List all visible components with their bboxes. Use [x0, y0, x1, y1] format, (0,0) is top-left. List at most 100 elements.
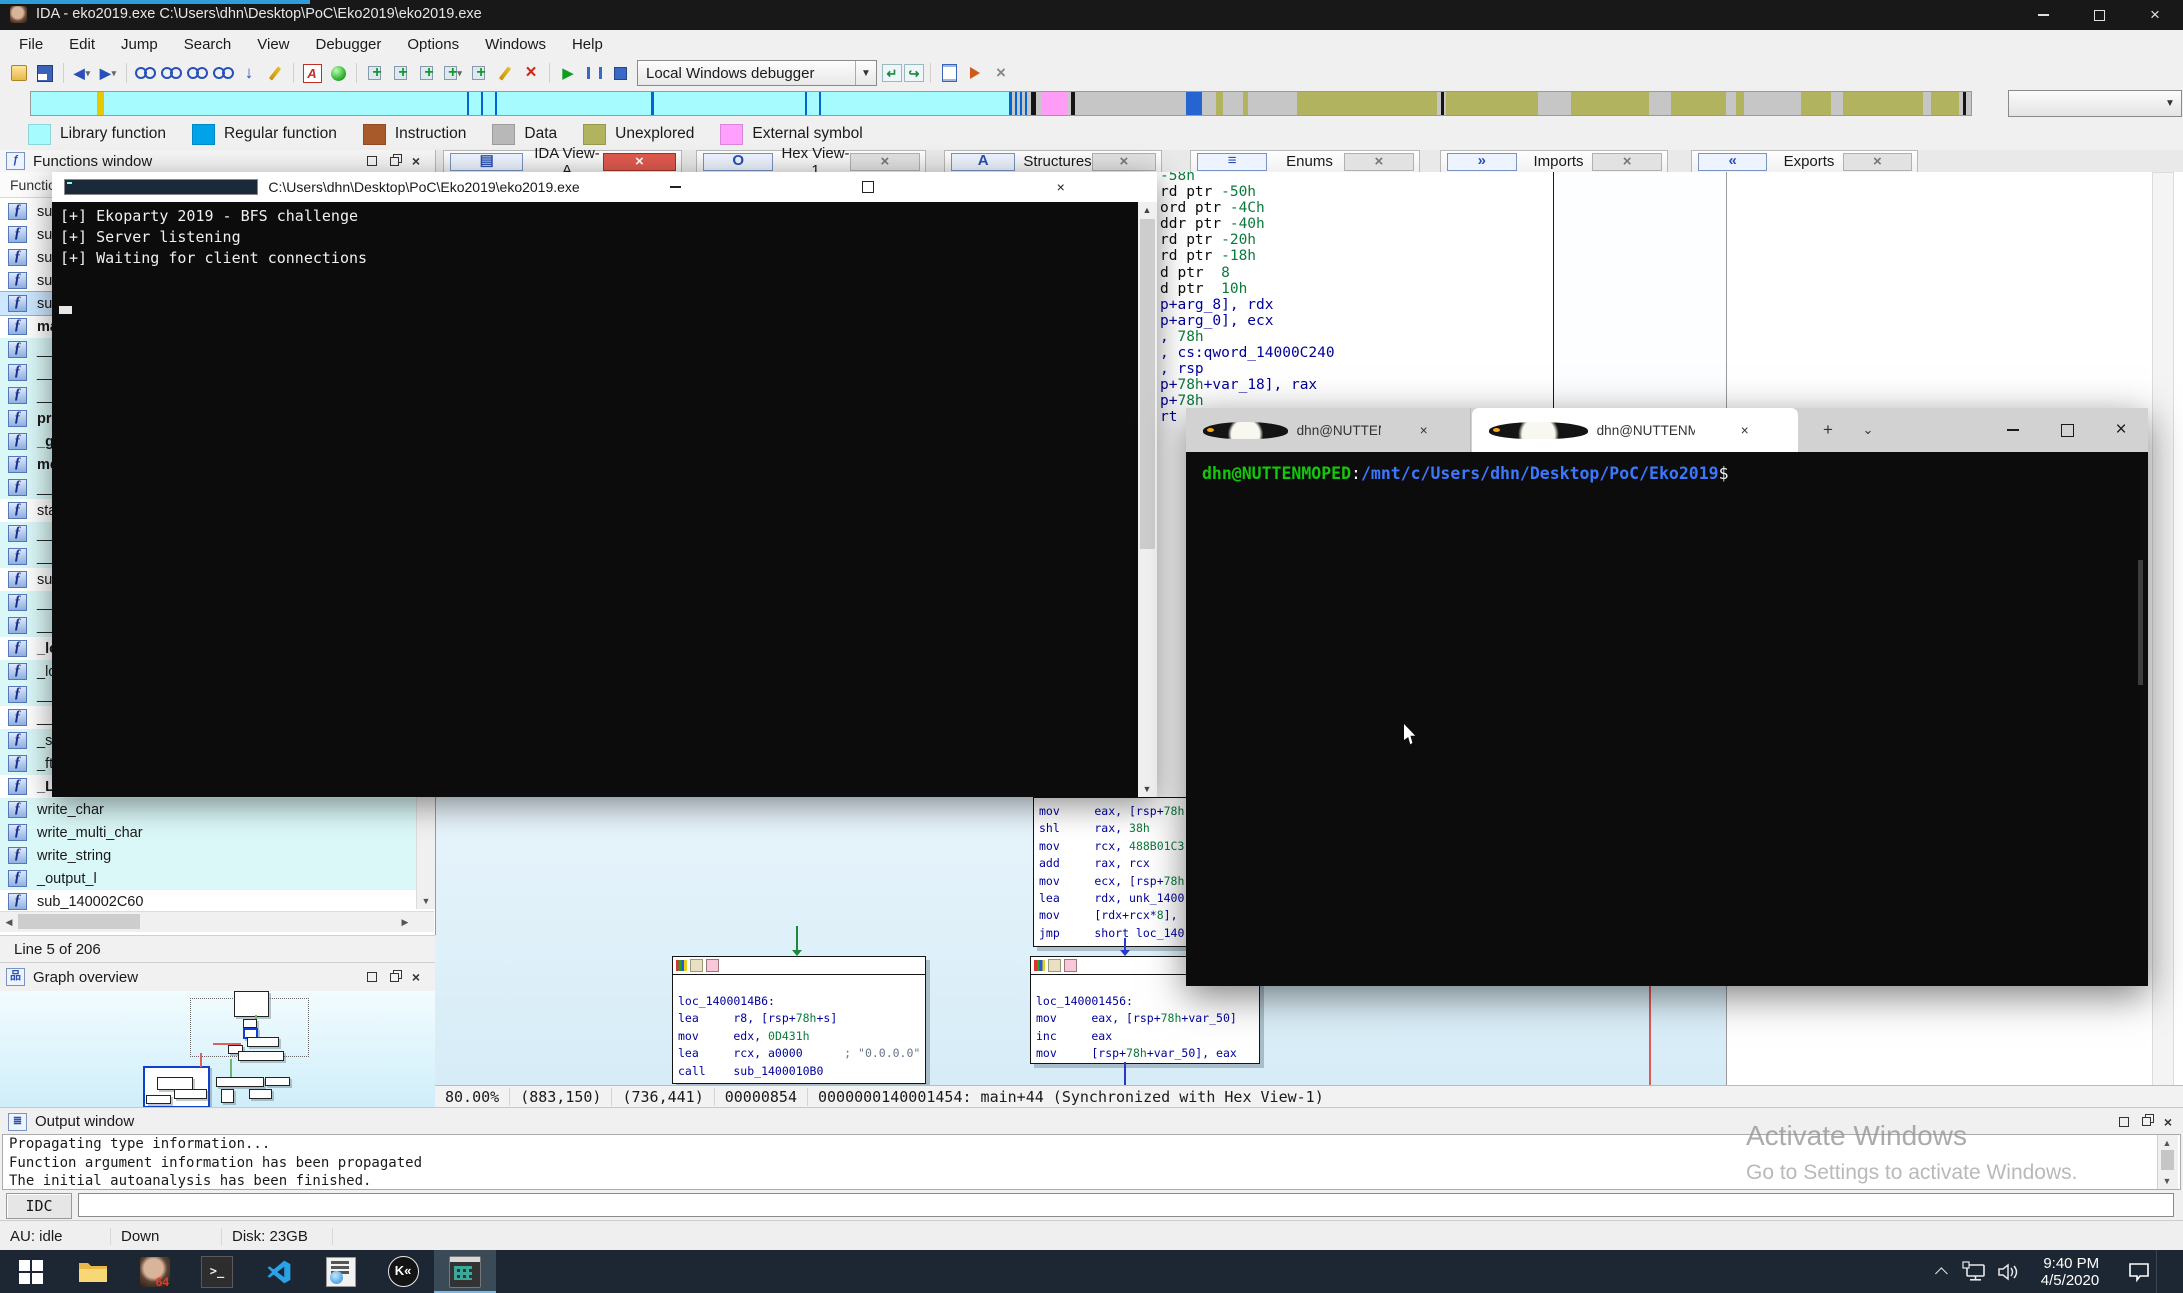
function-row[interactable]: ƒ write_multi_char — [0, 821, 416, 844]
hex-editor-icon[interactable] — [310, 1250, 372, 1293]
search-next-icon[interactable] — [211, 62, 235, 84]
add-func-icon[interactable]: + — [441, 62, 465, 84]
menu-item[interactable]: View — [244, 30, 302, 58]
tab-close-icon[interactable]: × — [1381, 417, 1466, 443]
terminal-window[interactable]: dhn@NUTTENMOPED: /mnt/c/l × dhn@NUTTENMO… — [1186, 408, 2148, 986]
panel-close-icon[interactable]: × — [405, 153, 427, 169]
debugger-run-icon[interactable]: ▶ — [556, 62, 580, 84]
view-tab[interactable]: ≡ Enums × — [1190, 150, 1420, 172]
navigator-band[interactable] — [30, 91, 1972, 116]
console-window[interactable]: C:\Users\dhn\Desktop\PoC\Eko2019\eko2019… — [52, 172, 1157, 797]
output-window-header[interactable]: ≣ Output window × — [0, 1107, 2183, 1135]
tab-dropdown-icon[interactable]: ⌄ — [1848, 408, 1888, 452]
scroll-right-icon[interactable]: ▶ — [396, 914, 414, 930]
scrollbar-thumb[interactable] — [2161, 1150, 2174, 1170]
panel-maximize-icon[interactable] — [361, 153, 383, 169]
functions-window-header[interactable]: ƒ Functions window × — [0, 150, 436, 172]
step-over-icon[interactable]: ↪ — [904, 64, 924, 82]
save-icon[interactable] — [37, 64, 53, 82]
debugger-select[interactable]: Local Windows debugger ▼ — [637, 60, 877, 86]
scroll-down-icon[interactable]: ▼ — [1138, 781, 1156, 797]
text-view-icon[interactable]: A — [302, 63, 322, 83]
scroll-up-icon[interactable]: ▲ — [2158, 1135, 2176, 1151]
search-text-icon[interactable] — [159, 62, 183, 84]
add-xref-icon[interactable]: + — [467, 62, 491, 84]
add-name-icon[interactable]: + — [415, 62, 439, 84]
view-tab[interactable]: O Hex View-1 × — [696, 145, 926, 179]
taskbar-clock[interactable]: 9:40 PM 4/5/2020 — [2026, 1250, 2122, 1293]
close-button[interactable]: × — [965, 172, 1157, 202]
forward-icon[interactable]: ▶ — [96, 62, 120, 84]
panel-float-icon[interactable] — [2135, 1114, 2157, 1130]
idc-language-button[interactable]: IDC — [6, 1193, 72, 1219]
maximize-button[interactable] — [2071, 0, 2127, 30]
console-output[interactable]: [+] Ekoparty 2019 - BFS challenge [+] Ser… — [52, 202, 1138, 797]
search-sequence-icon[interactable] — [185, 62, 209, 84]
menu-item[interactable]: Debugger — [303, 30, 395, 58]
maximize-button[interactable] — [2040, 408, 2094, 452]
function-row[interactable]: ƒ write_char — [0, 798, 416, 821]
chevron-down-icon[interactable]: ▼ — [855, 61, 876, 85]
menu-item[interactable]: Help — [559, 30, 616, 58]
idc-command-input[interactable] — [78, 1193, 2174, 1217]
scroll-down-icon[interactable]: ▼ — [417, 893, 435, 909]
menu-item[interactable]: Search — [171, 30, 245, 58]
tab-close-icon[interactable]: × — [1343, 152, 1414, 171]
clear-icon[interactable]: × — [989, 62, 1013, 84]
console-scrollbar[interactable]: ▲ ▼ — [1138, 202, 1157, 797]
tab-close-icon[interactable]: × — [1592, 152, 1663, 171]
functions-horizontal-scrollbar[interactable]: ◀ ▶ — [0, 911, 434, 932]
minimize-button[interactable] — [1986, 408, 2040, 452]
function-row[interactable]: ƒ _output_l — [0, 867, 416, 890]
terminal-scrollbar-thumb[interactable] — [2138, 560, 2143, 685]
hidden-icons-chevron[interactable] — [1928, 1250, 1958, 1293]
function-row[interactable]: ƒ write_string — [0, 844, 416, 867]
scrollbar-thumb[interactable] — [18, 914, 140, 929]
edit-icon[interactable] — [498, 65, 512, 81]
start-icon[interactable] — [0, 1250, 62, 1293]
tab-close-icon[interactable]: × — [849, 152, 920, 171]
terminal-tab-2-active[interactable]: dhn@NUTTENMOPED: /mnt/c/l × — [1472, 408, 1798, 452]
edit-search-icon[interactable] — [268, 65, 282, 81]
tab-close-icon[interactable]: × — [1091, 152, 1157, 171]
search-icon[interactable] — [133, 62, 157, 84]
scroll-up-icon[interactable]: ▲ — [1138, 202, 1156, 218]
terminal-tabbar[interactable]: dhn@NUTTENMOPED: /mnt/c/l × dhn@NUTTENMO… — [1186, 408, 2148, 452]
console-titlebar[interactable]: C:\Users\dhn\Desktop\PoC\Eko2019\eko2019… — [52, 172, 1157, 202]
scroll-down-icon[interactable]: ▼ — [2158, 1173, 2176, 1189]
panel-close-icon[interactable]: × — [405, 969, 427, 985]
panel-float-icon[interactable] — [383, 969, 405, 985]
jump-down-icon[interactable]: ↓ — [237, 62, 261, 84]
back-icon[interactable]: ◀ — [70, 62, 94, 84]
new-tab-button[interactable]: + — [1808, 408, 1848, 452]
minimize-button[interactable] — [580, 172, 772, 202]
add-code-icon[interactable]: + — [363, 62, 387, 84]
menu-item[interactable]: Jump — [108, 30, 171, 58]
tab-close-icon[interactable]: × — [1842, 152, 1912, 171]
menu-item[interactable]: File — [6, 30, 56, 58]
action-center-icon[interactable] — [2122, 1250, 2156, 1293]
command-prompt-icon[interactable]: >_ — [186, 1250, 248, 1293]
output-log[interactable]: Propagating type information... Function … — [2, 1134, 2181, 1190]
maximize-button[interactable] — [772, 172, 964, 202]
keepass-icon[interactable]: K« — [372, 1250, 434, 1293]
run-analysis-icon[interactable] — [330, 65, 346, 81]
scroll-left-icon[interactable]: ◀ — [0, 914, 18, 930]
view-tab[interactable]: A Structures × — [944, 150, 1162, 172]
view-tab[interactable]: « Exports × — [1691, 150, 1918, 172]
windows-terminal-icon[interactable] — [434, 1250, 496, 1293]
graph-overview-thumbnail[interactable] — [0, 991, 435, 1107]
graph-overview-header[interactable]: 品 Graph overview × — [0, 963, 435, 992]
function-row[interactable]: ƒ sub_140002C60 — [0, 890, 416, 911]
panel-maximize-icon[interactable] — [361, 969, 383, 985]
output-scrollbar[interactable]: ▲ ▼ — [2157, 1135, 2178, 1189]
show-desktop-strip[interactable] — [2156, 1250, 2183, 1293]
panel-float-icon[interactable] — [383, 153, 405, 169]
breakpoint-list-icon[interactable] — [941, 64, 957, 82]
volume-icon[interactable] — [1992, 1250, 2026, 1293]
graph-node-1[interactable]: loc_1400014B6: lea r8, [rsp+78h+s] mov edx… — [672, 956, 926, 1084]
network-icon[interactable] — [1958, 1250, 1992, 1293]
view-tab[interactable]: ▤ IDA View-A × — [443, 145, 682, 179]
navigator-scale-select[interactable]: ▼ — [2008, 90, 2182, 117]
menu-item[interactable]: Options — [394, 30, 472, 58]
